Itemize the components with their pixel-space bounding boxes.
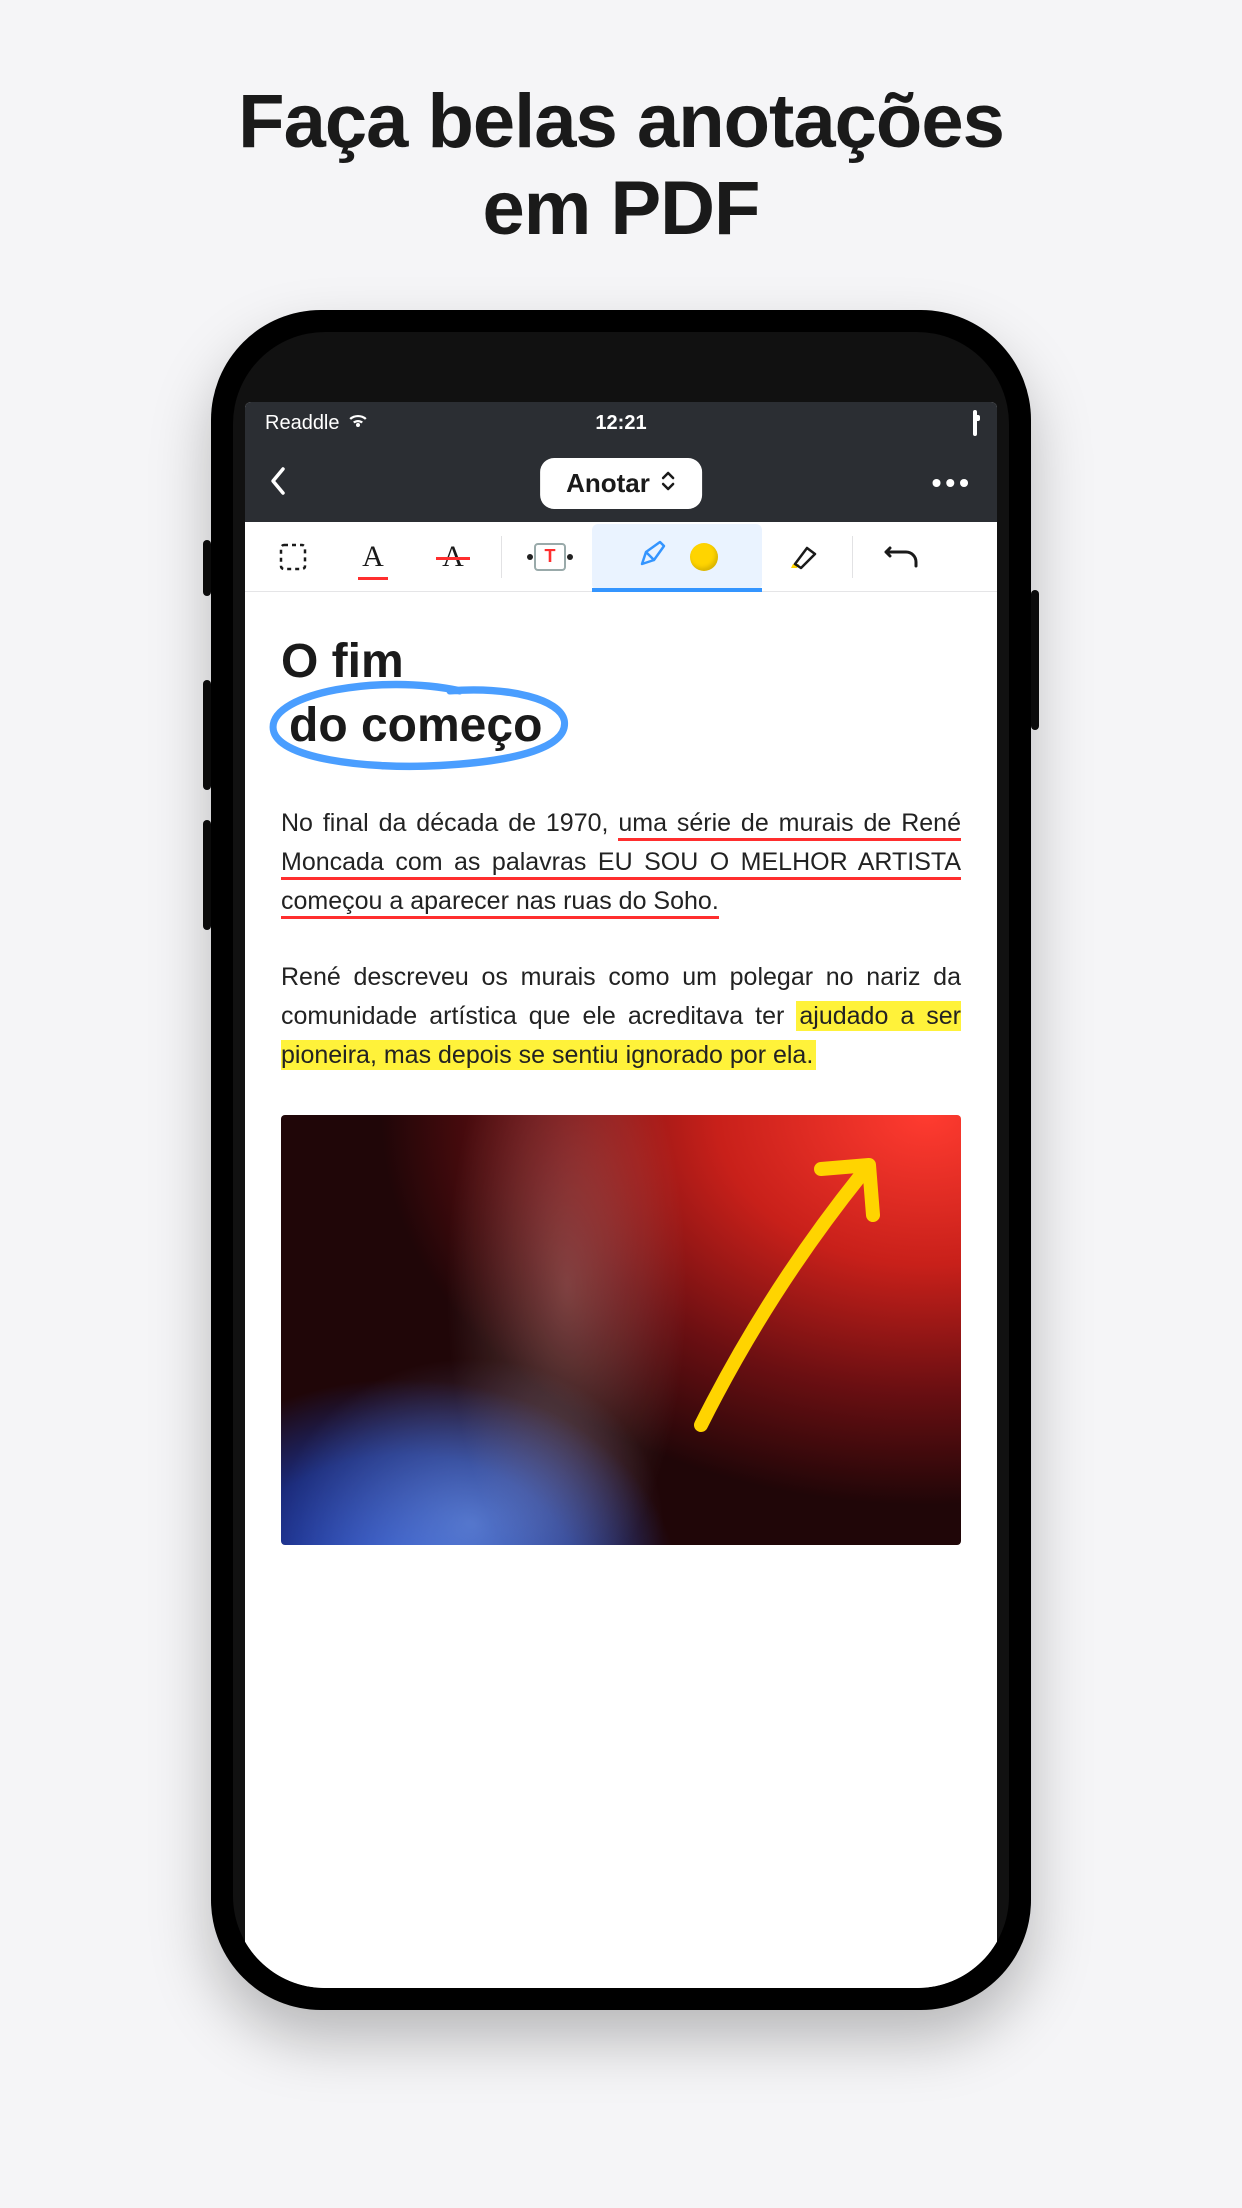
more-button[interactable]: ••• bbox=[932, 467, 973, 499]
strikethrough-tool[interactable]: A bbox=[415, 524, 491, 590]
back-button[interactable] bbox=[269, 466, 287, 501]
pen-icon bbox=[636, 538, 668, 575]
document-image bbox=[281, 1115, 961, 1545]
pen-tool-group[interactable] bbox=[592, 524, 762, 590]
mode-label: Anotar bbox=[566, 468, 650, 499]
select-tool[interactable] bbox=[255, 524, 331, 590]
wifi-icon bbox=[348, 412, 368, 435]
clock: 12:21 bbox=[595, 412, 646, 435]
mode-selector[interactable]: Anotar bbox=[540, 458, 702, 509]
paragraph-2: René descreveu os murais como um polegar… bbox=[281, 958, 961, 1074]
status-bar: Readdle 12:21 bbox=[245, 402, 997, 444]
carrier-label: Readdle bbox=[265, 412, 340, 435]
pen-color-swatch[interactable] bbox=[690, 543, 718, 571]
arrow-annotation bbox=[661, 1135, 921, 1435]
underline-tool[interactable]: A bbox=[335, 524, 411, 590]
battery-icon bbox=[973, 412, 977, 435]
phone-mockup: Readdle 12:21 Anotar bbox=[211, 310, 1031, 2010]
annotation-toolbar: A A T bbox=[245, 522, 997, 592]
document-canvas[interactable]: O fim do começo No final da década de 19… bbox=[245, 592, 997, 1988]
undo-button[interactable] bbox=[863, 524, 939, 590]
app-screen: Readdle 12:21 Anotar bbox=[245, 402, 997, 1988]
nav-bar: Anotar ••• bbox=[245, 444, 997, 522]
chevron-updown-icon bbox=[660, 468, 676, 499]
doc-title: O fim do começo bbox=[281, 632, 961, 762]
highlighter-tool[interactable] bbox=[766, 524, 842, 590]
textbox-tool[interactable]: T bbox=[512, 524, 588, 590]
promo-headline: Faça belas anotações em PDF bbox=[0, 0, 1242, 253]
paragraph-1: No final da década de 1970, uma série de… bbox=[281, 804, 961, 920]
